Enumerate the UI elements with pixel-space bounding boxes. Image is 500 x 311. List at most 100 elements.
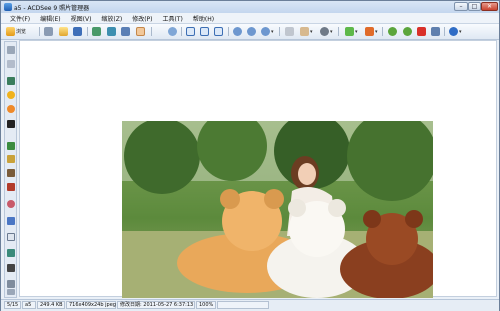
chevron-down-icon: ▾ — [330, 28, 333, 35]
save-button[interactable] — [73, 26, 82, 37]
toolbar-separator — [228, 27, 229, 36]
fit-height-button[interactable] — [200, 26, 209, 37]
hand-tool-button[interactable] — [136, 26, 145, 37]
export-button[interactable] — [92, 26, 101, 37]
pan-icon — [285, 27, 294, 36]
toolbar-separator — [181, 27, 182, 36]
gear-icon — [320, 27, 329, 36]
status-zoom: 100% — [196, 301, 216, 309]
copy-icon — [107, 27, 116, 36]
resize-icon[interactable] — [7, 264, 15, 272]
menu-zoom[interactable]: 缩放(Z) — [101, 14, 122, 23]
menu-view[interactable]: 视图(V) — [71, 14, 92, 23]
crop-icon[interactable] — [7, 249, 15, 257]
edit-icon — [345, 27, 354, 36]
auto-button[interactable]: ▾ — [300, 26, 313, 37]
hand-pan-button[interactable] — [285, 26, 294, 37]
status-modified-date: 修改日期: 2011-05-27 6:37:13 — [117, 301, 195, 309]
folder-icon — [59, 27, 68, 36]
prev-button[interactable] — [44, 26, 53, 37]
sun-icon[interactable] — [7, 91, 15, 99]
prev-arrow-icon — [44, 27, 53, 36]
menu-file[interactable]: 文件(F) — [10, 14, 30, 23]
browse-label: 浏览 — [16, 29, 27, 35]
zoom-menu-button[interactable]: ▾ — [261, 26, 274, 37]
status-bar: 5/15 a5 249.4 KB 716x409x24b jpeg 修改日期: … — [1, 299, 499, 311]
status-position: 5/15 — [4, 301, 21, 309]
slideshow-icon — [121, 27, 130, 36]
layers-icon[interactable] — [7, 169, 15, 177]
rotate-right-icon — [403, 27, 412, 36]
fit-height-icon — [200, 27, 209, 36]
zoom-out-button[interactable] — [247, 26, 256, 37]
text-tool-icon[interactable] — [7, 280, 15, 288]
sharpen-icon[interactable] — [7, 217, 15, 225]
browse-icon — [6, 27, 15, 36]
chevron-down-icon: ▾ — [459, 28, 462, 35]
person-icon — [300, 27, 309, 36]
undo-icon[interactable] — [7, 60, 15, 68]
magnifier-icon — [168, 27, 177, 36]
red-eye-icon[interactable] — [7, 200, 15, 208]
properties-icon — [431, 27, 440, 36]
menu-bar: 文件(F) 编辑(E) 视图(V) 缩放(Z) 修改(P) 工具(T) 帮助(H… — [1, 13, 499, 24]
fit-image-icon — [214, 27, 223, 36]
levels-icon[interactable] — [7, 120, 15, 128]
help-icon — [449, 27, 458, 36]
toolbar-separator — [151, 27, 152, 36]
export-icon — [92, 27, 101, 36]
minimize-button[interactable]: – — [454, 2, 468, 11]
save-icon — [73, 27, 82, 36]
rotate-right-button[interactable] — [403, 26, 412, 37]
fit-width-button[interactable] — [186, 26, 195, 37]
toolbar-separator — [87, 27, 88, 36]
hand-icon — [136, 27, 145, 36]
app-icon — [4, 3, 12, 11]
menu-help[interactable]: 帮助(H) — [193, 14, 214, 23]
acdsee-window: a5 - ACDSee 9 照片管理器 – □ ✕ 文件(F) 编辑(E) 视图… — [0, 0, 500, 311]
camera-icon[interactable] — [7, 77, 15, 85]
copy-button[interactable] — [107, 26, 116, 37]
fit-width-icon — [186, 27, 195, 36]
status-filename: a5 — [22, 301, 36, 309]
enhance-button[interactable]: ▾ — [365, 26, 378, 37]
close-button[interactable]: ✕ — [481, 2, 498, 11]
frame-icon[interactable] — [7, 233, 15, 241]
browse-button[interactable]: 浏览 — [6, 26, 26, 37]
slideshow-button[interactable] — [121, 26, 130, 37]
image-canvas[interactable] — [19, 40, 497, 298]
menu-modify[interactable]: 修改(P) — [132, 14, 152, 23]
open-folder-button[interactable] — [59, 26, 68, 37]
status-empty-pane — [217, 301, 269, 309]
zoom-out-icon — [247, 27, 256, 36]
settings-button[interactable]: ▾ — [320, 26, 333, 37]
chevron-down-icon: ▾ — [271, 28, 274, 35]
histogram-icon[interactable] — [7, 155, 15, 163]
menu-edit[interactable]: 编辑(E) — [40, 14, 60, 23]
menu-tools[interactable]: 工具(T) — [163, 14, 183, 23]
toolbar-separator — [279, 27, 280, 36]
chevron-down-icon: ▾ — [310, 28, 313, 35]
delete-button[interactable] — [417, 26, 426, 37]
zoom-tool-button[interactable] — [168, 26, 177, 37]
properties-button[interactable] — [431, 26, 440, 37]
fit-image-button[interactable] — [214, 26, 223, 37]
maximize-button[interactable]: □ — [468, 2, 481, 11]
scroll-down-icon[interactable] — [7, 289, 15, 295]
delete-icon — [417, 27, 426, 36]
rotate-left-button[interactable] — [388, 26, 397, 37]
help-button[interactable]: ▾ — [449, 26, 462, 37]
exposure-icon[interactable] — [7, 105, 15, 113]
chevron-down-icon: ▾ — [375, 28, 378, 35]
scroll-up-icon[interactable] — [7, 46, 15, 54]
effects-icon[interactable] — [7, 183, 15, 191]
enhance-icon — [365, 27, 374, 36]
edit-button[interactable]: ▾ — [345, 26, 358, 37]
rotate-left-icon — [388, 27, 397, 36]
zoom-in-icon — [233, 27, 242, 36]
zoom-in-button[interactable] — [233, 26, 242, 37]
status-filesize: 249.4 KB — [37, 301, 65, 309]
color-icon[interactable] — [7, 142, 15, 150]
toolbar-separator — [382, 27, 383, 36]
toolbar-separator — [338, 27, 339, 36]
